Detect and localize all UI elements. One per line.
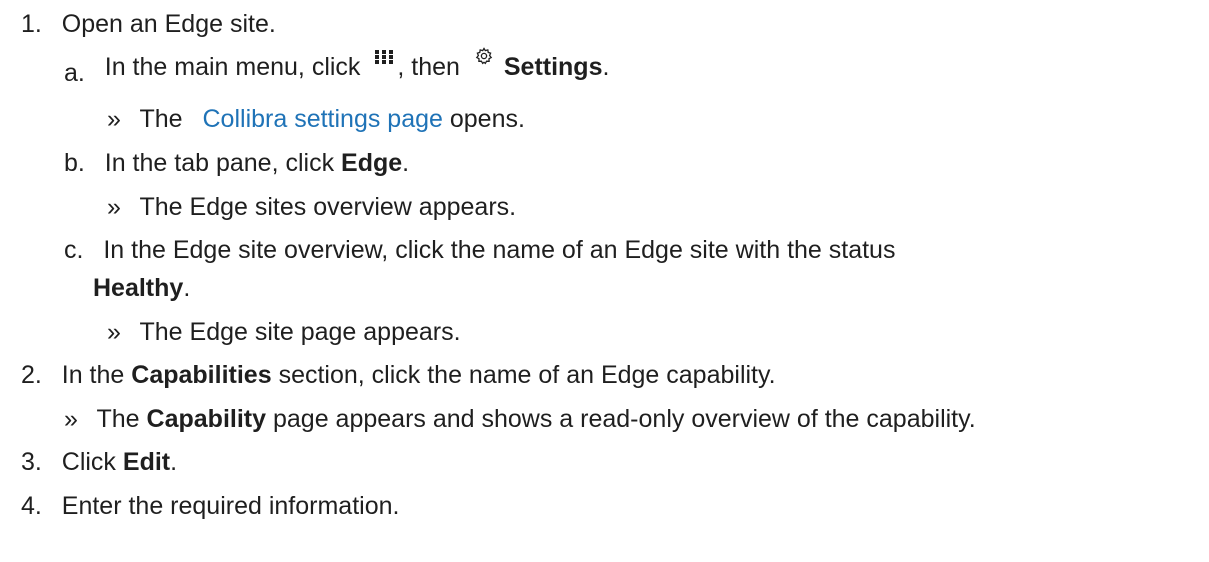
capabilities-label: Capabilities (131, 361, 272, 389)
result-text-after: page appears and shows a read-only overv… (272, 405, 976, 433)
substep-1a-result: » The Collibra settings page opens. (107, 101, 525, 137)
apps-grid-icon (373, 39, 395, 64)
substep-1a: a. In the main menu, click , then Settin… (64, 47, 610, 87)
result-bullet: » (107, 105, 121, 133)
gear-icon (475, 39, 493, 65)
substep-text: In the tab pane, click (104, 149, 335, 177)
edit-label: Edit (122, 448, 171, 476)
step-2: 2. In the Capabilities section, click th… (21, 357, 776, 393)
step-text: Click (61, 448, 116, 476)
punctuation: . (170, 448, 178, 476)
step-text: Open an Edge site. (61, 10, 276, 38)
edge-label: Edge (341, 149, 403, 177)
substep-letter: c. (64, 236, 84, 264)
substep-text: In the Edge site overview, click the nam… (103, 236, 896, 264)
result-text: The Edge site page appears. (139, 318, 461, 346)
punctuation: . (602, 53, 610, 81)
substep-letter: a. (64, 59, 85, 87)
result-bullet: » (107, 193, 121, 221)
substep-1c: c. In the Edge site overview, click the … (64, 232, 895, 268)
substep-1b: b. In the tab pane, click Edge. (64, 145, 409, 181)
step-1: 1. Open an Edge site. (21, 6, 276, 42)
result-bullet: » (107, 318, 121, 346)
step-text: In the (61, 361, 125, 389)
capability-label: Capability (146, 405, 267, 433)
step-number: 3. (21, 448, 42, 476)
step-number: 1. (21, 10, 42, 38)
result-text: The (96, 405, 140, 433)
step-number: 4. (21, 492, 42, 520)
settings-label: Settings (503, 53, 603, 81)
result-text: The Edge sites overview appears. (139, 193, 517, 221)
step-text: Enter the required information. (61, 492, 400, 520)
step-2-result: » The Capability page appears and shows … (64, 401, 976, 437)
healthy-label: Healthy (93, 274, 184, 302)
step-text-after: section, click the name of an Edge capab… (278, 361, 776, 389)
punctuation: . (183, 274, 191, 302)
result-text-after: opens. (449, 105, 525, 133)
step-3: 3. Click Edit. (21, 444, 177, 480)
result-bullet: » (64, 405, 78, 433)
result-text: The (139, 105, 183, 133)
step-4: 4. Enter the required information. (21, 488, 399, 524)
substep-text-middle: , then (397, 53, 460, 81)
collibra-settings-link[interactable]: Collibra settings page (203, 105, 443, 133)
substep-1c-result: » The Edge site page appears. (107, 314, 461, 350)
substep-1c-continued: Healthy. (93, 270, 190, 306)
substep-text: In the main menu, click (104, 53, 361, 81)
substep-1b-result: » The Edge sites overview appears. (107, 189, 516, 225)
substep-letter: b. (64, 149, 85, 177)
punctuation: . (402, 149, 410, 177)
step-number: 2. (21, 361, 42, 389)
